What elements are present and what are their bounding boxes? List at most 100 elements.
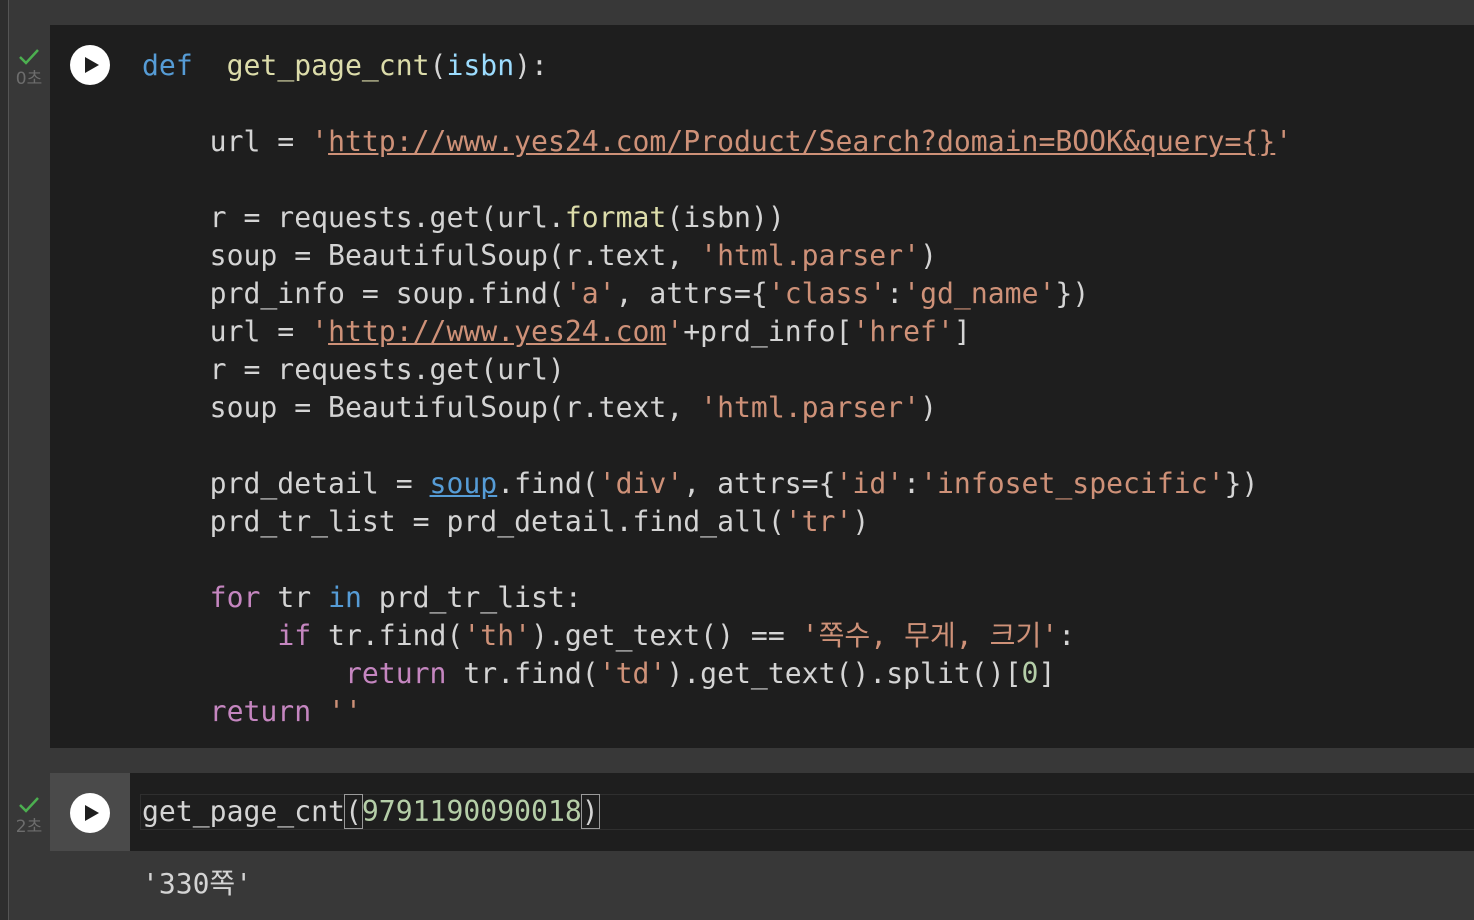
code-line[interactable]: soup = BeautifulSoup(r.text, 'html.parse… [142, 237, 1292, 275]
code-token: prd_detail = [142, 467, 430, 500]
code-token: +prd_info[ [683, 315, 853, 348]
play-icon [84, 805, 99, 821]
code-token: .find( [497, 467, 599, 500]
code-token: 'td' [598, 657, 667, 690]
code-token: ) [852, 505, 870, 538]
code-token: ' [311, 315, 329, 348]
code-line[interactable]: url = 'http://www.yes24.com/Product/Sear… [142, 123, 1293, 161]
code-line[interactable]: soup = BeautifulSoup(r.text, 'html.parse… [142, 389, 1292, 427]
code-line[interactable]: r = requests.get(url) [142, 351, 1292, 389]
code-token: ' [1275, 125, 1293, 158]
play-icon [84, 57, 99, 73]
code-token: ) [920, 391, 937, 424]
code-token: r = requests.get(url) [142, 353, 565, 386]
code-token: ).get_text() == [531, 619, 802, 652]
code-token: : [1058, 619, 1076, 652]
code-token: 'id' [835, 467, 904, 500]
code-token: '' [311, 695, 362, 728]
code-token: ' [311, 125, 329, 158]
code-token: tr.find( [311, 619, 464, 652]
code-editor[interactable]: def get_page_cnt(isbn): url = 'http://ww… [142, 47, 1292, 731]
exec-time: 0초 [15, 69, 43, 89]
code-token: 'html.parser' [700, 239, 921, 272]
code-line[interactable]: r = requests.get(url.format(isbn)) [142, 199, 1292, 237]
code-token: ] [1038, 657, 1056, 690]
code-line[interactable]: url = 'http://www.yes24.com'+prd_info['h… [142, 313, 1292, 351]
code-token: 'a' [564, 277, 616, 310]
code-token: http://www.yes24.com [328, 315, 667, 348]
code-cell-2[interactable]: get_page_cnt(9791190090018) '330쪽' [50, 773, 1474, 920]
code-token: : [886, 277, 904, 310]
code-token: 'href' [852, 315, 954, 348]
code-token: prd_tr_list = prd_detail.find_all( [142, 505, 785, 538]
code-token: 0 [1021, 657, 1039, 690]
code-token: ' [666, 315, 684, 348]
isbn-argument: 9791190090018 [361, 795, 582, 828]
bracket-close: ) [580, 794, 600, 829]
code-token: 'tr' [784, 505, 853, 538]
code-token: isbn [446, 49, 515, 82]
code-token: in [328, 581, 362, 614]
code-line[interactable]: prd_detail = soup.find('div', attrs={'id… [142, 465, 1292, 503]
code-token: 'html.parser' [700, 391, 921, 424]
code-token: '쪽수, 무게, 크기' [801, 619, 1059, 652]
code-line[interactable] [142, 427, 1292, 465]
run-cell-button[interactable] [70, 45, 110, 85]
code-token: ): [514, 49, 548, 82]
run-cell-button[interactable] [70, 793, 110, 833]
code-token: ( [429, 49, 447, 82]
code-line[interactable]: return tr.find('td').get_text().split()[… [142, 655, 1292, 693]
code-cell-1[interactable]: def get_page_cnt(isbn): url = 'http://ww… [50, 25, 1474, 748]
code-token: (isbn)) [666, 201, 785, 234]
code-token: if [277, 619, 312, 652]
code-token: url = [142, 315, 312, 348]
code-token: , attrs={ [683, 467, 836, 500]
code-line[interactable]: prd_info = soup.find('a', attrs={'class'… [142, 275, 1292, 313]
code-token: return [209, 695, 312, 728]
code-line[interactable] [142, 85, 1292, 123]
code-token: return [344, 657, 447, 690]
code-token: ) [920, 239, 937, 272]
code-line[interactable]: def get_page_cnt(isbn): [142, 47, 1292, 85]
code-editor[interactable]: get_page_cnt(9791190090018) [130, 773, 1474, 851]
cell-2-status: 2초 [10, 796, 48, 837]
code-line[interactable] [142, 541, 1292, 579]
code-token: : [903, 467, 921, 500]
code-token: soup = BeautifulSoup(r.text, [142, 391, 701, 424]
code-token: }) [1224, 467, 1259, 500]
code-token: 'div' [598, 467, 684, 500]
code-token: tr.find( [446, 657, 599, 690]
code-token: , attrs={ [615, 277, 768, 310]
code-token: ] [953, 315, 971, 348]
code-token: 'infoset_specific' [920, 467, 1225, 500]
code-line[interactable]: prd_tr_list = prd_detail.find_all('tr') [142, 503, 1292, 541]
code-token: r = requests.get(url. [142, 201, 565, 234]
code-line[interactable] [142, 161, 1292, 199]
code-token: url = [142, 125, 312, 158]
code-line[interactable]: for tr in prd_tr_list: [142, 579, 1292, 617]
code-token: ).get_text().split()[ [666, 657, 1022, 690]
code-token: }) [1055, 277, 1090, 310]
code-token: 'th' [463, 619, 532, 652]
code-line[interactable]: if tr.find('th').get_text() == '쪽수, 무게, … [142, 617, 1292, 655]
bracket-open: ( [343, 794, 363, 829]
code-token: http://www.yes24.com/Product/Search?doma… [328, 125, 1276, 158]
code-token: get_page_cnt [226, 49, 430, 82]
function-name: get_page_cnt [142, 795, 345, 828]
code-token: def [142, 49, 193, 82]
code-token: soup [429, 467, 498, 500]
code-token: prd_info = soup.find( [142, 277, 565, 310]
code-line[interactable]: get_page_cnt(9791190090018) [142, 793, 600, 831]
code-token: for [209, 581, 261, 614]
left-rail [0, 0, 9, 920]
code-token: soup = BeautifulSoup(r.text, [142, 239, 701, 272]
code-token: 'gd_name' [903, 277, 1056, 310]
code-token: prd_tr_list: [361, 581, 582, 614]
code-token: tr [260, 581, 329, 614]
code-line[interactable]: return '' [142, 693, 1292, 731]
